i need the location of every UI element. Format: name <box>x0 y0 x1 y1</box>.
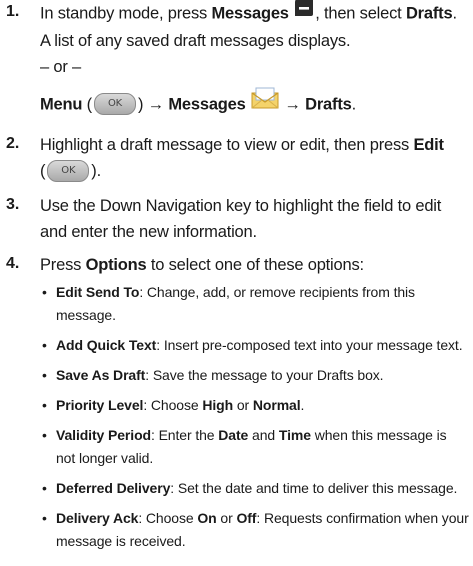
text-run: , then select <box>315 4 406 23</box>
step-1-line-1: In standby mode, press Messages , then s… <box>40 0 469 28</box>
text-run: ( <box>40 162 46 180</box>
step-1-alt-path: Menu (OK) → Messages → Drafts. <box>40 86 469 121</box>
text-run: : Insert pre-composed text into your mes… <box>156 337 463 353</box>
step-number: 2. <box>6 135 20 152</box>
bold-text: Off <box>236 510 257 526</box>
step-1-line-2: A list of any saved draft messages displ… <box>40 32 351 50</box>
step-text: Use the Down Navigation key to highlight… <box>40 197 442 241</box>
bold-text: Drafts <box>405 4 453 23</box>
text-run: . <box>300 397 305 413</box>
or-separator: – or – <box>40 58 81 76</box>
text-run: Press <box>40 256 86 274</box>
text-run: . <box>452 4 457 23</box>
list-item: • Edit Send To: Change, add, or remove re… <box>40 281 469 327</box>
list-item: • Deferred Delivery: Set the date and tim… <box>40 477 469 500</box>
text-run: : Choose <box>143 397 203 413</box>
options-list: • Edit Send To: Change, add, or remove re… <box>40 281 469 553</box>
step-number: 3. <box>6 196 20 213</box>
bullet-icon: • <box>42 284 47 300</box>
bold-text: Delivery Ack <box>56 510 139 526</box>
text-run: to select one of these options: <box>146 256 364 274</box>
text-run: and <box>248 427 279 443</box>
text-run: ). <box>91 162 101 180</box>
list-item: • Add Quick Text: Insert pre-composed tex… <box>40 334 469 357</box>
text-run: or <box>216 510 237 526</box>
bold-text: Validity Period <box>56 427 151 443</box>
ok-key-icon: OK <box>47 159 90 182</box>
messages-key-icon <box>293 0 315 25</box>
text-run: : Enter the <box>150 427 219 443</box>
list-item: • Priority Level: Choose High or Normal. <box>40 394 469 417</box>
text-run: ( <box>82 95 93 114</box>
bold-text: Menu <box>40 95 83 114</box>
manual-page: 1. In standby mode, press Messages , the… <box>0 0 473 566</box>
bold-text: Date <box>218 427 249 443</box>
text-run: → <box>280 95 306 114</box>
bold-text: On <box>197 510 217 526</box>
list-item: • Delivery Ack: Choose On or Off: Request… <box>40 507 469 553</box>
bold-text: Add Quick Text <box>56 337 157 353</box>
text-run: : Choose <box>138 510 198 526</box>
bullet-icon: • <box>42 397 47 413</box>
bullet-icon: • <box>42 480 47 496</box>
text-run: : Save the message to your Drafts box. <box>145 367 384 383</box>
bold-text: Edit <box>413 136 444 154</box>
bold-text: Time <box>278 427 311 443</box>
bold-text: Drafts <box>305 95 352 114</box>
text-run: or <box>233 397 253 413</box>
bold-text: Edit Send To <box>56 284 140 300</box>
list-item: • Validity Period: Enter the Date and Tim… <box>40 424 469 470</box>
bold-text: Priority Level <box>56 397 144 413</box>
bold-text: Deferred Delivery <box>56 480 171 496</box>
bullet-icon: • <box>42 367 47 383</box>
step-number: 4. <box>6 255 20 272</box>
step-text: Highlight a draft message to view or edi… <box>40 132 469 184</box>
text-run: : Set the date and time to deliver this … <box>170 480 458 496</box>
text-run: In standby mode, press <box>40 4 212 23</box>
bold-text: Save As Draft <box>56 367 146 383</box>
text-run: Highlight a draft message to view or edi… <box>40 136 414 154</box>
step-number: 1. <box>6 3 20 20</box>
text-run: ) → <box>137 95 169 114</box>
ok-key-icon: OK <box>93 93 136 115</box>
envelope-icon <box>250 86 280 118</box>
bold-text: Messages <box>168 95 246 114</box>
bold-text: Options <box>85 256 147 274</box>
bullet-icon: • <box>42 427 47 443</box>
step-text: In standby mode, press Messages , then s… <box>40 0 469 121</box>
bold-text: Normal <box>252 397 301 413</box>
list-item: • Save As Draft: Save the message to your… <box>40 364 469 387</box>
step-text: Press Options to select one of these opt… <box>40 252 469 278</box>
text-run: . <box>351 95 357 114</box>
bold-text: High <box>202 397 234 413</box>
bullet-icon: • <box>42 510 47 526</box>
bullet-icon: • <box>42 337 47 353</box>
bold-text: Messages <box>211 4 289 23</box>
